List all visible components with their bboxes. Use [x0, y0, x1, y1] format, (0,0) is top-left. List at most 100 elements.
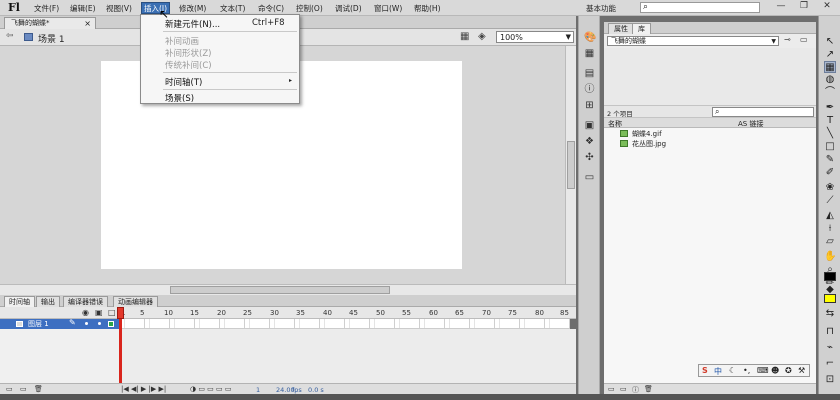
minimize-button[interactable]: — — [770, 1, 792, 15]
library-search-input[interactable]: ⌕ — [712, 107, 814, 117]
layer-visible-dot[interactable] — [85, 322, 88, 325]
new-symbol-icon[interactable]: ▭ — [608, 385, 615, 393]
lock-icon[interactable]: ▣ — [95, 308, 103, 317]
text-tool-icon[interactable]: T — [824, 115, 836, 127]
scrollbar-thumb[interactable] — [170, 286, 390, 294]
layer-frames[interactable] — [120, 319, 570, 329]
wrench-icon[interactable]: ⚒ — [798, 366, 805, 375]
deco-tool-icon[interactable]: ❀ — [824, 182, 836, 194]
playhead-handle[interactable] — [117, 307, 124, 319]
menu-modify[interactable]: 修改(M) — [179, 3, 206, 14]
3d-rotation-tool-icon[interactable]: ◍ — [824, 74, 836, 86]
eye-icon[interactable]: ◉ — [82, 308, 89, 317]
project-panel-icon[interactable]: ▭ — [584, 172, 595, 183]
skin-icon[interactable]: ☻ — [771, 366, 779, 375]
library-document-select[interactable]: 飞舞的蝴蝶 ▼ — [607, 36, 779, 46]
color-panel-icon[interactable]: 🎨 — [584, 32, 596, 43]
ime-toolbar[interactable]: S 中 ☾ •, ⌨ ☻ ✪ ⚒ — [698, 364, 810, 377]
keyboard-icon[interactable]: ⌨ — [757, 366, 769, 375]
hand-tool-icon[interactable]: ✋ — [824, 251, 836, 263]
scrollbar-thumb[interactable] — [567, 141, 575, 189]
eyedropper-tool-icon[interactable]: ⟊ — [824, 223, 836, 235]
subselection-tool-icon[interactable]: ↗ — [824, 49, 836, 61]
zoom-select[interactable]: 100% ▼ — [496, 31, 574, 43]
outline-icon[interactable]: □ — [108, 308, 116, 317]
layer-row[interactable]: 图层 1 ✎ — [0, 318, 120, 329]
new-folder-icon[interactable]: ▭ — [20, 385, 27, 393]
align-panel-icon[interactable]: ▤ — [584, 68, 595, 79]
tab-motion-editor[interactable]: 动画编辑器 — [113, 296, 158, 307]
close-tab-icon[interactable]: × — [84, 18, 91, 29]
components-icon[interactable]: ❖ — [584, 136, 595, 147]
menu-debug[interactable]: 调试(D) — [335, 3, 362, 14]
maximize-button[interactable]: ❐ — [793, 1, 815, 15]
selection-tool-icon[interactable]: ↖ — [824, 36, 836, 48]
ime-mode-label[interactable]: 中 — [714, 366, 722, 377]
menu-help[interactable]: 帮助(H) — [414, 3, 441, 14]
shirt-icon[interactable]: ✪ — [785, 366, 792, 375]
scene-label[interactable]: 场景 1 — [38, 32, 65, 45]
punctuation-icon[interactable]: •, — [743, 366, 750, 375]
current-frame[interactable]: 1 — [256, 386, 260, 394]
tab-properties[interactable]: 属性 — [608, 23, 634, 34]
menu-file[interactable]: 文件(F) — [34, 3, 59, 14]
bone-tool-icon[interactable]: ⟋ — [824, 195, 836, 207]
menu-control[interactable]: 控制(O) — [296, 3, 323, 14]
menu-commands[interactable]: 命令(C) — [258, 3, 284, 14]
stage-horizontal-scrollbar[interactable] — [0, 284, 576, 295]
layer-lock-dot[interactable] — [98, 322, 101, 325]
back-arrow-icon[interactable]: ⇦ — [6, 31, 14, 41]
menu-scene[interactable]: 场景(S) — [165, 92, 194, 104]
menu-view[interactable]: 视图(V) — [106, 3, 132, 14]
rectangle-tool-icon[interactable]: □ — [824, 141, 836, 153]
pencil-tool-icon[interactable]: ✎ — [824, 154, 836, 166]
onion-skin-icon[interactable]: ◑ ▭ ▭ ▭ ▭ — [190, 385, 231, 393]
tab-timeline[interactable]: 时间轴 — [4, 296, 35, 307]
menu-window[interactable]: 窗口(W) — [374, 3, 402, 14]
menu-text[interactable]: 文本(T) — [220, 3, 245, 14]
new-library-panel-icon[interactable]: ▭ — [800, 35, 808, 44]
option-icon[interactable]: ⊡ — [824, 374, 836, 386]
code-snippets-icon[interactable]: ▣ — [584, 120, 595, 131]
menu-new-symbol[interactable]: 新建元件(N)... — [165, 18, 220, 30]
edit-scene-icon[interactable]: ▦ — [460, 31, 469, 42]
layer-outline-square[interactable] — [108, 321, 114, 327]
tab-library[interactable]: 库 — [632, 23, 651, 34]
layer-name[interactable]: 图层 1 — [28, 319, 49, 329]
pen-tool-icon[interactable]: ✒ — [824, 102, 836, 114]
line-tool-icon[interactable]: ╲ — [824, 128, 836, 140]
tab-output[interactable]: 输出 — [36, 296, 60, 307]
swatches-panel-icon[interactable]: ▦ — [584, 48, 595, 59]
brush-tool-icon[interactable]: ✐ — [824, 167, 836, 179]
transform-panel-icon[interactable]: ⊞ — [584, 100, 595, 111]
delete-icon[interactable]: 🗑 — [644, 385, 653, 393]
edit-symbol-icon[interactable]: ◈ — [478, 31, 486, 42]
close-button[interactable]: ✕ — [816, 1, 838, 15]
straighten-option-icon[interactable]: ⌐ — [824, 358, 836, 370]
pin-library-icon[interactable]: ⊸ — [784, 35, 791, 44]
playhead[interactable] — [119, 307, 122, 393]
info-panel-icon[interactable]: ⓘ — [584, 84, 595, 95]
menu-edit[interactable]: 编辑(E) — [70, 3, 96, 14]
tab-compiler-errors[interactable]: 编译器错误 — [63, 296, 108, 307]
playback-controls-icon[interactable]: |◀ ◀| ▶ |▶ ▶| — [121, 385, 166, 393]
workspace-switcher[interactable]: 基本功能 — [586, 3, 616, 14]
smooth-option-icon[interactable]: ⌁ — [824, 342, 836, 354]
motion-presets-icon[interactable]: ✣ — [584, 152, 595, 163]
stroke-color-swatch[interactable] — [824, 272, 836, 281]
eraser-tool-icon[interactable]: ▱ — [824, 236, 836, 248]
new-folder-icon[interactable]: ▭ — [620, 385, 627, 393]
lasso-tool-icon[interactable]: ⌒ — [824, 87, 836, 99]
delete-layer-icon[interactable]: 🗑 — [34, 385, 43, 393]
swap-colors-icon[interactable]: ⇆ — [824, 308, 836, 320]
free-transform-tool-icon[interactable]: ▦ — [824, 61, 836, 73]
moon-icon[interactable]: ☾ — [729, 366, 736, 375]
stage-vertical-scrollbar[interactable] — [565, 46, 576, 284]
new-layer-icon[interactable]: ▭ — [6, 385, 13, 393]
fill-color-swatch[interactable] — [824, 294, 836, 303]
document-tab[interactable]: 飞舞的蝴蝶* × — [4, 17, 96, 29]
menu-timeline[interactable]: 时间轴(T) — [165, 76, 202, 88]
snap-magnet-icon[interactable]: ⊓ — [824, 326, 836, 338]
help-search-input[interactable]: ⌕ — [640, 2, 760, 13]
paint-bucket-tool-icon[interactable]: ◭ — [824, 210, 836, 222]
